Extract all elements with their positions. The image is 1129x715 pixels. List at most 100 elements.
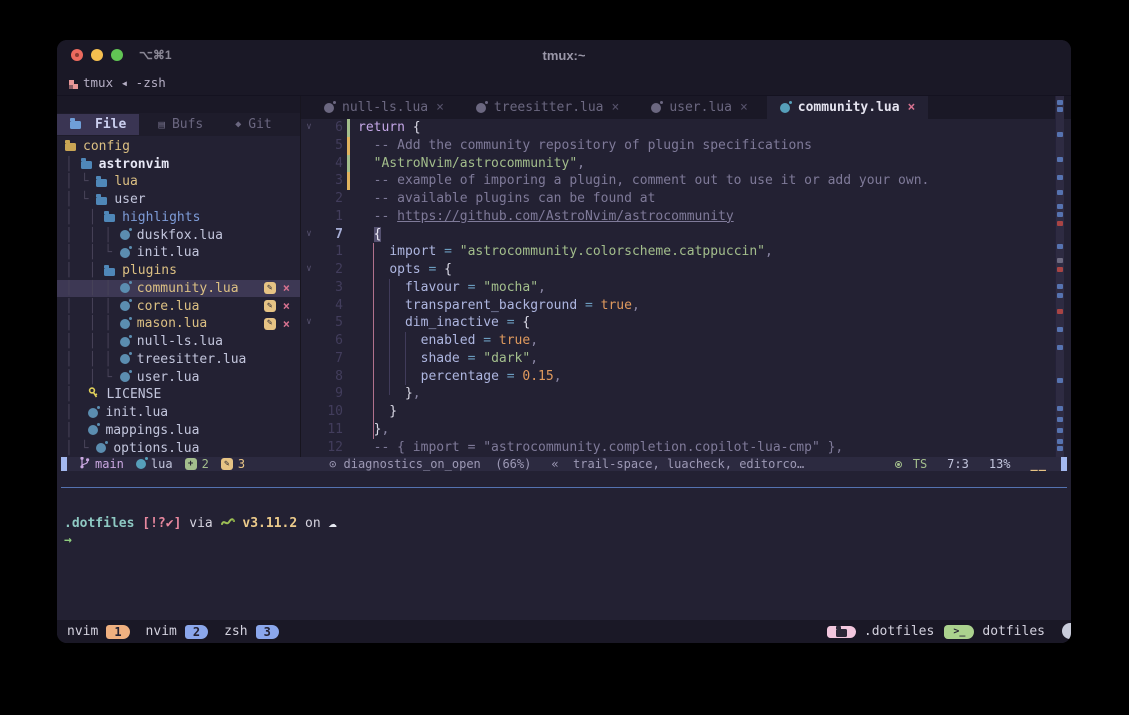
tree-item-community-lua[interactable]: │ │ │ community.lua✎× [57, 280, 300, 298]
tree-item-plugins[interactable]: │ │ plugins [57, 262, 300, 280]
buffer-tab-user-lua[interactable]: user.lua × [638, 96, 760, 119]
buffer-tab-null-ls-lua[interactable]: null-ls.lua× [311, 96, 457, 119]
code-line[interactable]: 1 -- https://github.com/AstroNvim/astroc… [301, 208, 1071, 226]
tmux-window-number: 2 [185, 625, 208, 639]
sidebar-tab-file[interactable]: File [57, 114, 139, 135]
sidebar-tab-git[interactable]: ◆Git [222, 114, 285, 135]
tree-item-mason-lua[interactable]: │ │ │ mason.lua✎× [57, 315, 300, 333]
code-token: -- { import = "astrocommunity.completion… [358, 440, 843, 455]
code-line[interactable]: 6 enabled = true, [301, 332, 1071, 350]
tree-item-duskfox-lua[interactable]: │ │ │ duskfox.lua [57, 226, 300, 244]
code-line[interactable]: ∨6return { [301, 119, 1071, 137]
tmux-window-3[interactable]: zsh3 [224, 624, 279, 639]
tmux-window-name: zsh [224, 624, 247, 639]
code-line[interactable]: 2 -- available plugins can be found at [301, 190, 1071, 208]
code-line[interactable]: 8 percentage = 0.15, [301, 368, 1071, 386]
tree-item-label: user.lua [137, 370, 200, 385]
close-icon[interactable]: × [612, 100, 620, 115]
scrollbar-mark [1057, 406, 1063, 411]
lua-icon [780, 103, 790, 113]
line-number: 3 [317, 279, 343, 297]
tree-indent-guides: │ │ │ [65, 281, 120, 296]
editor-scrollbar[interactable] [1055, 96, 1064, 457]
code-area[interactable]: ∨6return {5 -- Add the community reposit… [301, 119, 1071, 457]
fold-arrow-icon[interactable]: ∨ [301, 226, 317, 244]
code-token: = [507, 369, 515, 384]
code-token: , [530, 333, 538, 348]
tmux-status-dotfiles: >_dotfiles [944, 624, 1045, 639]
tree-item-badges: ✎× [264, 317, 290, 331]
line-number: 7 [317, 350, 343, 368]
code-text: opts = { [350, 261, 452, 279]
tree-item-lua[interactable]: │ └ lua [57, 173, 300, 191]
tree-item-label: config [83, 139, 130, 154]
code-token [436, 244, 444, 259]
tree-item-init-lua[interactable]: │ │ └ init.lua [57, 244, 300, 262]
close-icon[interactable]: × [740, 100, 748, 115]
tree-item-config[interactable]: config [57, 138, 300, 156]
code-line[interactable]: 3 flavour = "mocha", [301, 279, 1071, 297]
fold-arrow-icon[interactable]: ∨ [301, 314, 317, 332]
code-line[interactable]: 7 shade = "dark", [301, 350, 1071, 368]
lua-icon [120, 319, 130, 329]
fold-arrow-icon[interactable]: ∨ [301, 119, 317, 137]
code-token: true [499, 333, 530, 348]
code-line[interactable]: 4 transparent_background = true, [301, 297, 1071, 315]
buffer-tab-community-lua[interactable]: community.lua × [767, 96, 929, 119]
tmux-window-1[interactable]: nvim 1 [67, 624, 130, 639]
code-line[interactable]: 10 } [301, 403, 1071, 421]
tmux-window-name: nvim [67, 624, 98, 639]
code-line[interactable]: ∨5 dim_inactive = { [301, 314, 1071, 332]
scrollbar-mark [1057, 284, 1063, 289]
treesitter-ring-icon [895, 461, 902, 468]
buffer-tab-label: user.lua [669, 100, 732, 115]
git-added-count: 2 [202, 457, 209, 471]
folder-icon [65, 143, 76, 151]
buffer-tab-label: community.lua [798, 100, 900, 115]
tree-item-user-lua[interactable]: │ │ └ user.lua [57, 368, 300, 386]
tree-item-null-ls-lua[interactable]: │ │ │ null-ls.lua [57, 333, 300, 351]
sidebar-tab-bufs[interactable]: ▤Bufs [145, 114, 216, 135]
code-line[interactable]: 3 -- example of imporing a plugin, comme… [301, 172, 1071, 190]
fold-arrow-icon[interactable]: ∨ [301, 261, 317, 279]
modified-badge-icon: ✎ [264, 300, 276, 312]
lua-icon [324, 103, 334, 113]
code-token: 0.15 [522, 369, 553, 384]
code-line[interactable]: 1 import = "astrocommunity.colorscheme.c… [301, 243, 1071, 261]
tree-item-LICENSE[interactable]: │ LICENSE [57, 386, 300, 404]
close-icon[interactable]: × [436, 100, 444, 115]
tmux-window-number: 1 [106, 625, 129, 639]
close-icon[interactable]: × [908, 100, 916, 115]
tree-item-highlights[interactable]: │ │ highlights [57, 209, 300, 227]
tmux-window-2[interactable]: nvim2 [146, 624, 209, 639]
shell-input-arrow[interactable]: → [64, 533, 1071, 551]
tree-item-astronvim[interactable]: │ astronvim [57, 155, 300, 173]
code-line[interactable]: ∨7 { [301, 226, 1071, 244]
prompt-segment: via [181, 516, 220, 531]
code-token: "mocha" [483, 280, 538, 295]
tree-item-core-lua[interactable]: │ │ │ core.lua✎× [57, 297, 300, 315]
code-token: { [436, 262, 452, 277]
code-line[interactable]: 11 }, [301, 421, 1071, 439]
code-line[interactable]: 9 }, [301, 385, 1071, 403]
tree-item-user[interactable]: │ └ user [57, 191, 300, 209]
code-line[interactable]: 4 "AstroNvim/astrocommunity", [301, 155, 1071, 173]
code-line[interactable]: 5 -- Add the community repository of plu… [301, 137, 1071, 155]
folder-icon [104, 214, 115, 222]
code-token: opts [389, 262, 420, 277]
lua-icon [96, 443, 106, 453]
tree-indent-guides: │ └ [65, 441, 96, 456]
sidebar-tab-label: Bufs [172, 117, 203, 132]
tree-item-mappings-lua[interactable]: │ mappings.lua [57, 422, 300, 440]
tree-indent-guides: │ │ └ [65, 245, 120, 260]
indent-guide [373, 243, 374, 439]
tree-item-options-lua[interactable]: │ └ options.lua [57, 439, 300, 457]
tree-item-treesitter-lua[interactable]: │ │ │ treesitter.lua [57, 351, 300, 369]
tree-item-init-lua[interactable]: │ init.lua [57, 404, 300, 422]
buffer-tab-treesitter-lua[interactable]: treesitter.lua× [463, 96, 632, 119]
terminal-tab-label[interactable]: tmux ◂ -zsh [83, 75, 166, 90]
code-line[interactable]: 12 -- { import = "astrocommunity.complet… [301, 439, 1071, 457]
code-text: percentage = 0.15, [350, 368, 562, 386]
shell-pane[interactable]: .dotfiles [!?✔] via v3.11.2 on ☁ → [57, 488, 1071, 620]
code-line[interactable]: ∨2 opts = { [301, 261, 1071, 279]
